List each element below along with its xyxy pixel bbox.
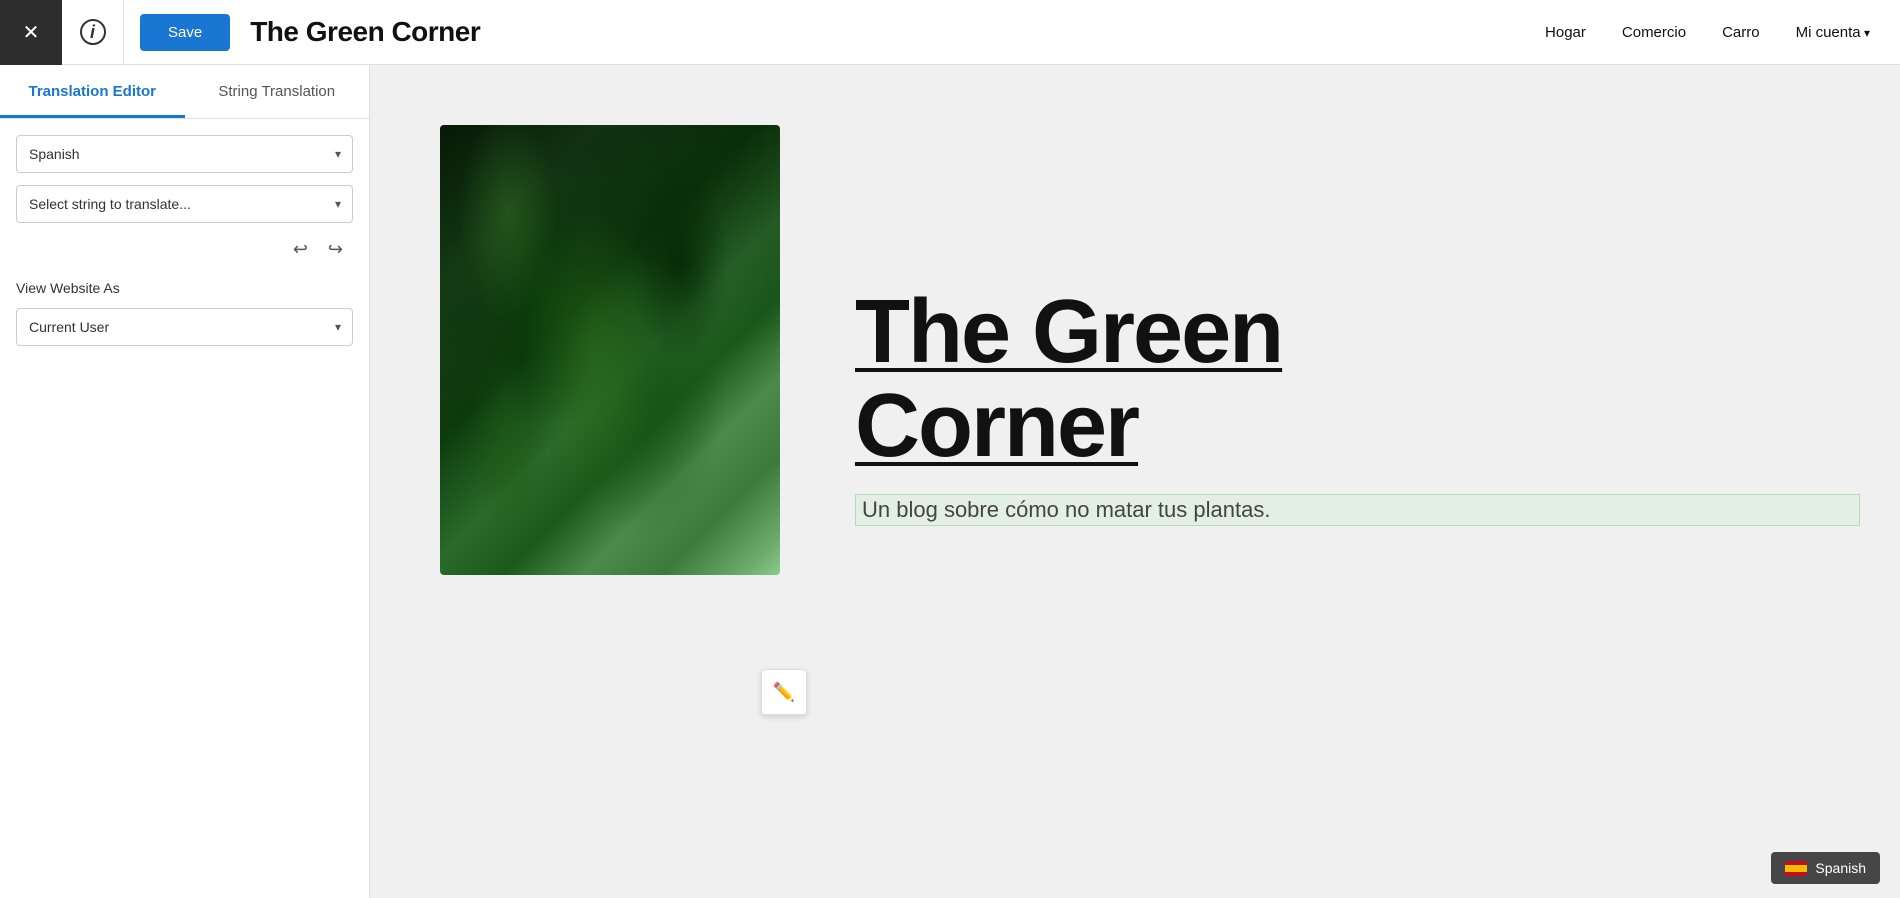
website-preview: ✏️ The Green Corner Un blog sobre cómo n…	[370, 65, 1900, 898]
spanish-badge-label: Spanish	[1815, 860, 1866, 876]
view-as-dropdown[interactable]: Current User	[16, 308, 353, 346]
spanish-badge[interactable]: Spanish	[1771, 852, 1880, 884]
pencil-icon: ✏️	[773, 682, 795, 703]
sidebar-body: Spanish ▾ Select string to translate... …	[0, 119, 369, 362]
hero-subtitle: Un blog sobre cómo no matar tus plantas.	[855, 494, 1860, 526]
save-button[interactable]: Save	[140, 14, 230, 51]
hero-title: The Green Corner	[855, 285, 1860, 474]
hero-text: The Green Corner Un blog sobre cómo no m…	[795, 125, 1860, 685]
edit-image-button[interactable]: ✏️	[761, 669, 807, 715]
flag-spanish-icon	[1785, 861, 1807, 876]
tab-translation-editor[interactable]: Translation Editor	[0, 65, 185, 118]
string-dropdown[interactable]: Select string to translate...	[16, 185, 353, 223]
tabs: Translation Editor String Translation	[0, 65, 369, 119]
language-dropdown-wrapper: Spanish ▾	[16, 135, 353, 173]
view-website-as-label: View Website As	[16, 280, 353, 296]
hero-section: ✏️ The Green Corner Un blog sobre cómo n…	[370, 65, 1900, 745]
view-as-dropdown-wrapper: Current User ▾	[16, 308, 353, 346]
top-nav: Hogar Comercio Carro Mi cuenta	[1545, 24, 1900, 41]
tab-string-translation[interactable]: String Translation	[185, 65, 370, 118]
undo-redo-row: ↩ ↪	[16, 235, 353, 264]
nav-item-carro[interactable]: Carro	[1722, 24, 1760, 41]
hero-title-line2: Corner	[855, 376, 1138, 476]
close-icon: ✕	[23, 20, 40, 45]
top-bar: ✕ i Save The Green Corner Hogar Comercio…	[0, 0, 1900, 65]
info-button[interactable]: i	[62, 0, 124, 65]
site-title: The Green Corner	[250, 16, 480, 48]
nav-item-micuenta[interactable]: Mi cuenta	[1796, 24, 1870, 41]
undo-button[interactable]: ↩	[287, 235, 314, 264]
info-icon: i	[80, 19, 106, 45]
language-dropdown[interactable]: Spanish	[16, 135, 353, 173]
leaf-image-container: ✏️	[440, 125, 795, 685]
leaf-image	[440, 125, 780, 575]
hero-title-line1: The Green	[855, 282, 1282, 382]
bottom-bar: Spanish	[370, 838, 1900, 898]
sidebar: Translation Editor String Translation Sp…	[0, 65, 370, 898]
main-content: Translation Editor String Translation Sp…	[0, 65, 1900, 898]
redo-button[interactable]: ↪	[322, 235, 349, 264]
nav-item-comercio[interactable]: Comercio	[1622, 24, 1686, 41]
nav-item-hogar[interactable]: Hogar	[1545, 24, 1586, 41]
string-dropdown-wrapper: Select string to translate... ▾	[16, 185, 353, 223]
site-title-area: The Green Corner	[230, 16, 1545, 48]
close-button[interactable]: ✕	[0, 0, 62, 65]
preview-area: ✏️ The Green Corner Un blog sobre cómo n…	[370, 65, 1900, 898]
